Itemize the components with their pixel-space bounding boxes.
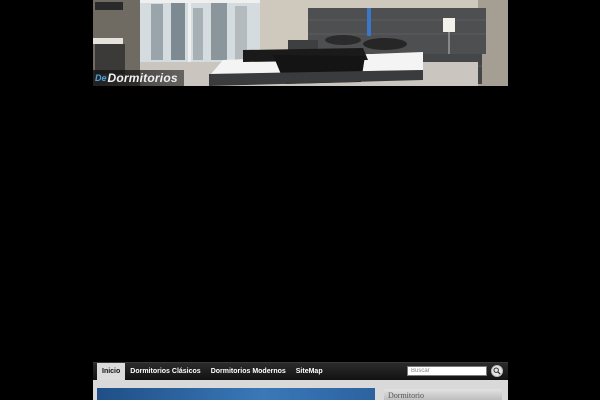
magnifier-icon [493, 367, 501, 375]
featured-post-header[interactable] [97, 388, 375, 400]
content-area: Dormitorio [93, 380, 508, 400]
nav-menu: Inicio Dormitorios Clásicos Dormitorios … [97, 363, 328, 380]
nav-item-inicio[interactable]: Inicio [97, 363, 126, 380]
logo-prefix: De [95, 73, 107, 83]
main-nav: Inicio Dormitorios Clásicos Dormitorios … [93, 362, 508, 380]
header-banner[interactable]: De Dormitorios [93, 0, 508, 86]
sidebar-widget[interactable]: Dormitorio [384, 389, 502, 400]
nav-item-dormitorios-modernos[interactable]: Dormitorios Modernos [206, 363, 291, 380]
nav-item-sitemap[interactable]: SiteMap [291, 363, 328, 380]
search-button[interactable] [491, 365, 503, 377]
search-input[interactable] [407, 366, 487, 376]
nav-item-dormitorios-clasicos[interactable]: Dormitorios Clásicos [125, 363, 205, 380]
sidebar-widget-label: Dormitorio [388, 391, 424, 400]
logo-text: Dormitorios [107, 71, 178, 85]
site-logo[interactable]: De Dormitorios [93, 70, 184, 86]
